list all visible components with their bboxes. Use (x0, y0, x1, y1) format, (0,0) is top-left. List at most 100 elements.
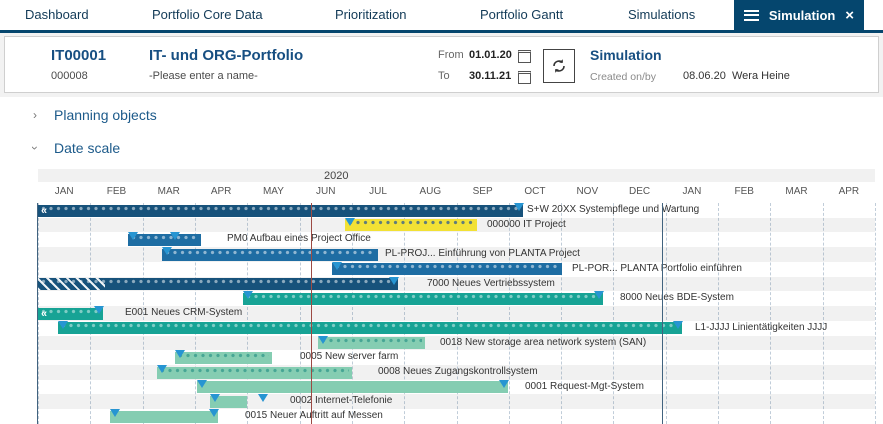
tab-simulation-active[interactable]: Simulation × (734, 0, 864, 30)
milestone-marker[interactable] (94, 306, 104, 314)
month-label: OCT (509, 185, 561, 199)
date-scale-label: Date scale (54, 140, 120, 156)
gantt-bar-label: 0015 Neuer Auftritt auf Messen (245, 409, 383, 424)
portfolio-header-card: IT00001 000008 IT- und ORG-Portfolio -Pl… (4, 36, 879, 93)
month-label: FEB (718, 185, 770, 199)
hamburger-icon[interactable] (744, 10, 759, 21)
month-gridline (718, 203, 719, 424)
section-date-scale[interactable]: › Date scale (30, 140, 120, 156)
from-date-value[interactable]: 01.01.20 (469, 49, 512, 61)
gantt-bar[interactable] (332, 263, 562, 275)
milestone-marker[interactable] (345, 218, 355, 226)
month-label: NOV (561, 185, 613, 199)
milestone-marker[interactable] (209, 409, 219, 417)
close-icon[interactable]: × (845, 8, 854, 23)
gantt-bar[interactable] (175, 352, 272, 364)
hatched-segment (38, 278, 105, 290)
gantt-bar[interactable] (110, 411, 218, 423)
gantt-bar-label: L1-JJJJ Linientätigkeiten JJJJ (695, 321, 827, 336)
gantt-bar-label: 8000 Neues BDE-System (620, 291, 734, 306)
gantt-bar[interactable] (38, 278, 398, 290)
month-gridline (875, 203, 876, 424)
gantt-bar[interactable] (345, 219, 477, 231)
month-label: AUG (404, 185, 456, 199)
portfolio-name-placeholder[interactable]: -Please enter a name- (149, 70, 258, 82)
gantt-bar-label: PL-POR... PLANTA Portfolio einführen (572, 262, 742, 277)
top-nav: Dashboard Portfolio Core Data Prioritiza… (0, 0, 883, 33)
year-boundary-line (662, 203, 663, 424)
scroll-left-icon: « (41, 205, 46, 217)
milestone-marker[interactable] (210, 394, 220, 402)
milestone-marker[interactable] (258, 394, 268, 402)
to-date-value[interactable]: 30.11.21 (469, 70, 511, 82)
nav-item-portfolio-core-data[interactable]: Portfolio Core Data (152, 0, 263, 30)
milestone-marker[interactable] (162, 247, 172, 255)
gantt-bar-label: 000000 IT Project (487, 218, 566, 233)
gantt-bar-label: 0001 Request-Mgt-System (525, 380, 644, 395)
calendar-icon-from[interactable] (518, 50, 531, 63)
nav-item-simulations[interactable]: Simulations (628, 0, 695, 30)
milestone-marker[interactable] (170, 232, 180, 240)
month-gridline (823, 203, 824, 424)
gantt-bar[interactable] (128, 234, 201, 246)
gantt-bar[interactable] (197, 381, 508, 393)
scroll-left-icon: « (41, 308, 46, 320)
refresh-button[interactable] (543, 49, 575, 83)
gantt-bar[interactable] (58, 322, 682, 334)
milestone-marker[interactable] (110, 409, 120, 417)
nav-item-dashboard[interactable]: Dashboard (25, 0, 89, 30)
simulation-title: Simulation (590, 47, 662, 63)
gantt-bar-label: PM0 Aufbau eines Project Office (227, 232, 371, 247)
year-label: 2020 (324, 170, 348, 182)
milestone-marker[interactable] (128, 232, 138, 240)
month-label: SEP (457, 185, 509, 199)
nav-item-portfolio-gantt[interactable]: Portfolio Gantt (480, 0, 563, 30)
milestone-marker[interactable] (175, 350, 185, 358)
portfolio-sub-id: 000008 (51, 70, 88, 82)
milestone-marker[interactable] (58, 321, 68, 329)
gantt-bar[interactable] (243, 293, 603, 305)
to-label: To (438, 70, 450, 82)
active-tab-label: Simulation (768, 8, 836, 23)
chevron-down-icon: › (28, 143, 42, 153)
gantt-bar-label: PL-PROJ... Einführung von PLANTA Project (385, 247, 580, 262)
portfolio-name: IT- und ORG-Portfolio (149, 47, 303, 64)
refresh-sync-icon (550, 57, 568, 75)
milestone-marker[interactable] (499, 380, 509, 388)
gantt-bar[interactable] (162, 249, 378, 261)
gantt-bar-label: E001 Neues CRM-System (125, 306, 242, 321)
milestone-marker[interactable] (197, 380, 207, 388)
gantt-bar-label: 0002 Internet-Telefonie (290, 394, 392, 409)
gantt-bar-label: 0008 Neues Zugangskontrollsystem (378, 365, 538, 380)
milestone-marker[interactable] (389, 277, 399, 285)
gantt-chart: « S+W 20XX Systempflege und Wartung000000… (0, 203, 883, 424)
gantt-bar-label: 7000 Neues Vertriebssystem (427, 277, 555, 292)
year-band (38, 169, 875, 182)
milestone-marker[interactable] (332, 262, 342, 270)
month-label: MAR (770, 185, 822, 199)
month-gridline (770, 203, 771, 424)
created-date: 08.06.20 (683, 70, 726, 82)
milestone-marker[interactable] (243, 291, 253, 299)
milestone-marker[interactable] (594, 291, 604, 299)
month-gridline (509, 203, 510, 424)
calendar-icon-to[interactable] (518, 71, 531, 84)
month-label: MAR (143, 185, 195, 199)
gantt-bar[interactable] (157, 367, 352, 379)
gantt-bar[interactable] (318, 337, 425, 349)
month-label: MAY (247, 185, 299, 199)
gantt-bar[interactable]: « (38, 205, 523, 217)
today-line (311, 203, 312, 424)
milestone-marker[interactable] (673, 321, 683, 329)
month-label: JAN (38, 185, 90, 199)
month-label: APR (195, 185, 247, 199)
section-planning-objects[interactable]: › Planning objects (30, 107, 157, 123)
milestone-marker[interactable] (157, 365, 167, 373)
milestone-marker[interactable] (318, 336, 328, 344)
nav-item-prioritization[interactable]: Prioritization (335, 0, 407, 30)
chart-left-border (37, 203, 38, 424)
planning-objects-label: Planning objects (54, 107, 157, 123)
milestone-marker[interactable] (514, 203, 524, 211)
from-label: From (438, 49, 464, 61)
gantt-bar-label: S+W 20XX Systempflege und Wartung (527, 203, 699, 218)
